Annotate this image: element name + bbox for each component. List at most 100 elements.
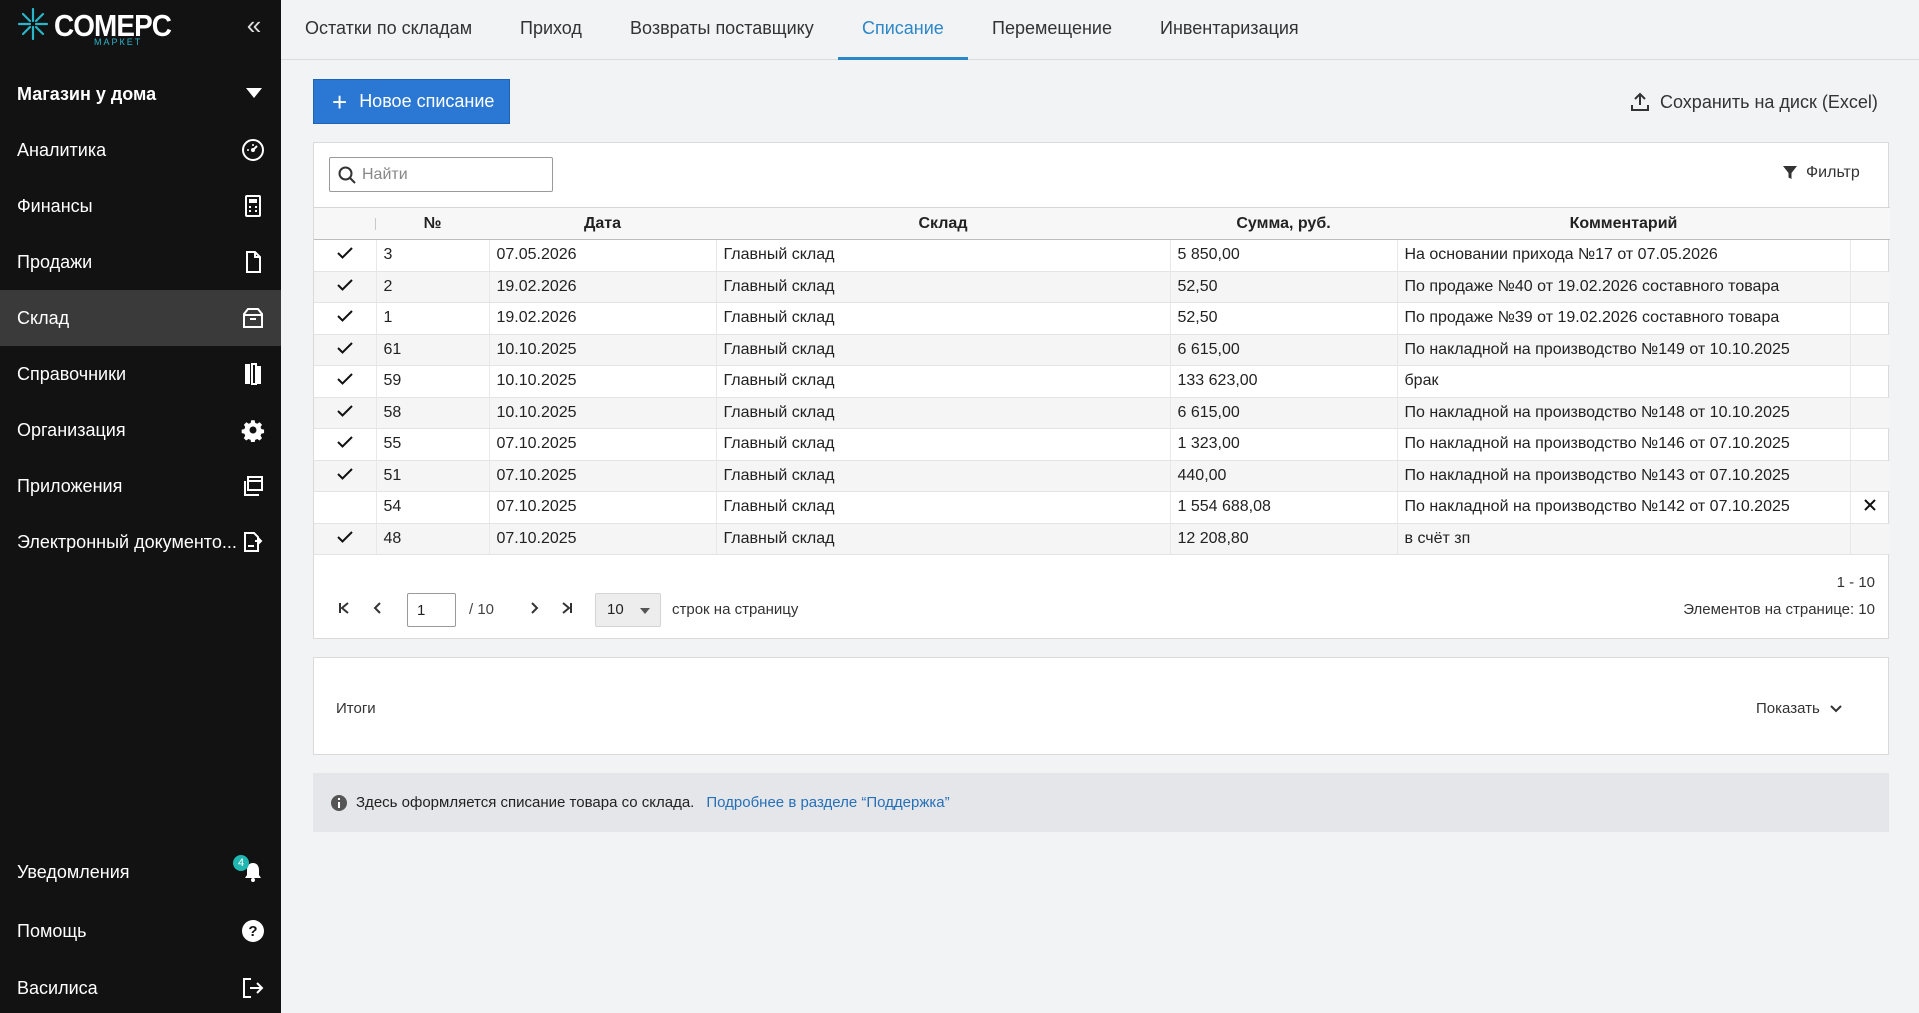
sidebar-item-label: Справочники	[17, 363, 127, 384]
cell-date: 10.10.2025	[489, 397, 717, 429]
checkmark-icon	[337, 373, 353, 386]
search-input[interactable]	[362, 165, 542, 184]
column-header-comment[interactable]: Комментарий	[1397, 207, 1850, 240]
column-header-sum[interactable]: Сумма, руб.	[1170, 207, 1397, 240]
cell-comment: По накладной на производство №149 от 10.…	[1397, 334, 1851, 366]
tab-stock-balances[interactable]: Остатки по складам	[281, 0, 496, 60]
sidebar-item-references[interactable]: Справочники	[0, 346, 281, 402]
logo: COMEPC	[16, 6, 184, 56]
sidebar-item-sales[interactable]: Продажи	[0, 234, 281, 290]
sidebar-item-help[interactable]: Помощь ?	[0, 903, 281, 959]
export-excel-button[interactable]: Сохранить на диск (Excel)	[1630, 88, 1878, 116]
caret-down-icon	[246, 88, 262, 98]
table-row[interactable]: 48 07.10.2025 Главный склад 12 208,80 в счёт…	[314, 523, 1890, 555]
cell-comment: в счёт зп	[1397, 523, 1851, 555]
prev-page-icon[interactable]	[368, 601, 388, 621]
windows-icon	[244, 476, 263, 496]
search-box[interactable]	[329, 157, 553, 192]
checkmark-icon	[337, 247, 353, 260]
cell-store: Главный склад	[716, 365, 1171, 398]
cell-date: 10.10.2025	[489, 334, 717, 366]
info-bar: Здесь оформляется списание товара со скл…	[313, 773, 1889, 832]
collapse-sidebar-icon[interactable]: «	[241, 12, 267, 40]
sidebar-item-analytics[interactable]: Аналитика	[0, 122, 281, 178]
cell-date: 07.10.2025	[489, 460, 717, 492]
warehouse-box-icon	[243, 308, 263, 328]
cell-sum: 1 554 688,08	[1170, 491, 1398, 524]
next-page-icon[interactable]	[524, 601, 544, 621]
column-header-number[interactable]: №	[376, 207, 489, 240]
sidebar-item-user[interactable]: Василиса	[0, 960, 281, 1013]
table-row[interactable]: 1 19.02.2026 Главный склад 52,50 По продаже …	[314, 302, 1890, 335]
help-icon: ?	[242, 920, 264, 942]
cell-sum: 52,50	[1170, 271, 1398, 303]
sidebar-item-finance[interactable]: Финансы	[0, 178, 281, 234]
page-size-value: 10	[607, 601, 624, 618]
checkmark-icon	[337, 279, 353, 291]
tab-supplier-returns[interactable]: Возвраты поставщику	[606, 0, 838, 60]
logo-star-icon	[17, 7, 49, 41]
cell-store: Главный склад	[716, 491, 1171, 524]
shop-selector[interactable]: Магазин у дома	[0, 72, 281, 116]
logout-icon	[243, 978, 264, 998]
page-size-select[interactable]: 10	[595, 593, 661, 627]
first-page-icon[interactable]	[334, 601, 354, 621]
last-page-icon[interactable]	[557, 601, 577, 621]
cell-date: 10.10.2025	[489, 365, 717, 398]
cell-store: Главный склад	[716, 397, 1171, 429]
row-actions-cell	[1850, 460, 1890, 492]
cell-date: 07.10.2025	[489, 491, 717, 524]
cell-number: 1	[376, 302, 490, 335]
page-number-input[interactable]	[407, 593, 456, 627]
cell-store: Главный склад	[716, 523, 1171, 555]
sidebar-item-apps[interactable]: Приложения	[0, 458, 281, 514]
row-status-cell	[314, 365, 377, 398]
filter-button[interactable]: Фильтр	[1782, 164, 1860, 182]
table-row[interactable]: 54 07.10.2025 Главный склад 1 554 688,08 По …	[314, 491, 1890, 524]
tab-transfer[interactable]: Перемещение	[968, 0, 1136, 60]
table-row[interactable]: 2 19.02.2026 Главный склад 52,50 По продаже …	[314, 271, 1890, 303]
cell-number: 51	[376, 460, 490, 492]
svg-text:?: ?	[248, 923, 257, 940]
table-row[interactable]: 59 10.10.2025 Главный склад 133 623,00 брак	[314, 365, 1890, 398]
table-row[interactable]: 55 07.10.2025 Главный склад 1 323,00 По накл…	[314, 428, 1890, 461]
tab-write-off[interactable]: Списание	[838, 0, 968, 60]
new-write-off-button[interactable]: + Новое списание	[313, 79, 510, 124]
cell-store: Главный склад	[716, 271, 1171, 303]
table-row[interactable]: 61 10.10.2025 Главный склад 6 615,00 По накл…	[314, 334, 1890, 366]
show-totals-button[interactable]: Показать	[1756, 700, 1842, 717]
sidebar-item-organization[interactable]: Организация	[0, 402, 281, 458]
row-status-cell	[314, 302, 377, 335]
cell-date: 19.02.2026	[489, 271, 717, 303]
delete-x-icon[interactable]	[1864, 499, 1876, 511]
cell-number: 58	[376, 397, 490, 429]
table-row[interactable]: 58 10.10.2025 Главный склад 6 615,00 По накл…	[314, 397, 1890, 429]
write-off-grid: Фильтр № Дата Склад Сумма, руб. Коммента…	[313, 142, 1890, 639]
search-icon	[338, 166, 356, 184]
sidebar-item-notifications[interactable]: Уведомления	[0, 844, 281, 900]
column-header-store[interactable]: Склад	[716, 207, 1170, 240]
cell-store: Главный склад	[716, 460, 1171, 492]
sidebar-item-label: Аналитика	[17, 139, 107, 160]
support-link[interactable]: Подробнее в разделе “Поддержка”	[706, 794, 949, 811]
shop-name: Магазин у дома	[17, 83, 157, 104]
row-actions-cell	[1850, 397, 1890, 429]
cell-comment: По накладной на производство №143 от 07.…	[1397, 460, 1851, 492]
sidebar-item-edo[interactable]: Электронный документо...	[0, 514, 281, 570]
sidebar-item-warehouse[interactable]: Склад	[0, 290, 281, 346]
table-row[interactable]: 51 07.10.2025 Главный склад 440,00 По наклад…	[314, 460, 1890, 492]
cell-store: Главный склад	[716, 239, 1171, 272]
tab-inventory[interactable]: Инвентаризация	[1136, 0, 1323, 60]
cell-date: 07.05.2026	[489, 239, 717, 272]
column-header-check	[314, 207, 376, 240]
column-header-date[interactable]: Дата	[489, 207, 716, 240]
cell-sum: 133 623,00	[1170, 365, 1398, 398]
cell-comment: По накладной на производство №142 от 07.…	[1397, 491, 1851, 524]
totals-panel: Итоги Показать	[313, 657, 1889, 755]
filter-label: Фильтр	[1806, 164, 1860, 181]
table-row[interactable]: 3 07.05.2026 Главный склад 5 850,00 На основ…	[314, 239, 1890, 272]
totals-label: Итоги	[336, 700, 376, 717]
cell-number: 59	[376, 365, 490, 398]
sidebar-item-label: Финансы	[17, 195, 93, 216]
tab-receipt[interactable]: Приход	[496, 0, 606, 60]
